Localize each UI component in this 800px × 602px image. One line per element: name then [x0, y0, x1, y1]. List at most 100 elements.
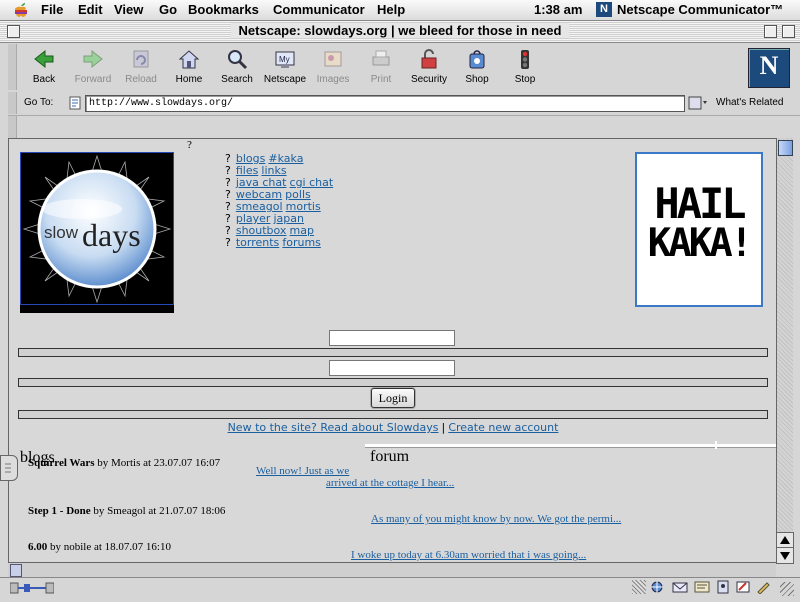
menu-edit[interactable]: Edit	[78, 2, 103, 17]
site-logo[interactable]: slow days	[20, 152, 174, 313]
app-switcher-label[interactable]: Netscape Communicator™	[617, 2, 783, 17]
blog-byline: by Smeagol at 21.07.07 18:06	[93, 505, 226, 517]
blog-entry[interactable]: Squirrel Wars by Mortis at 23.07.07 16:0…	[28, 457, 220, 469]
security-button[interactable]: Security	[405, 48, 453, 85]
search-button[interactable]: Search	[213, 48, 261, 85]
navigation-toolbar: Back Forward Reload Home Search My Netsc…	[8, 44, 800, 90]
forward-button[interactable]: Forward	[69, 48, 117, 85]
blog-title[interactable]: 6.00	[28, 541, 47, 553]
sidebar-grip-icon	[5, 463, 11, 473]
site-nav-links: ? blogs #kaka ? files links ? java chat cgi…	[225, 152, 334, 249]
back-arrow-icon	[34, 49, 54, 69]
address-book-component-icon[interactable]	[716, 580, 730, 594]
my-netscape-button[interactable]: My Netscape	[261, 48, 309, 85]
status-bar	[0, 577, 800, 602]
page-content: ? slow days ? blogs #kaka ? files links …	[8, 138, 777, 563]
forum-post-link[interactable]: I woke up today at 6.30am worried that i…	[351, 549, 586, 561]
username-input[interactable]	[329, 330, 455, 346]
blog-entry[interactable]: Step 1 - Done by Smeagol at 21.07.07 18:…	[28, 505, 225, 517]
shop-icon	[469, 50, 485, 69]
login-button[interactable]: Login	[371, 388, 415, 408]
apple-menu-icon[interactable]	[14, 2, 28, 18]
forum-post-link[interactable]: arrived at the cottage I hear...	[326, 477, 454, 489]
composer-component-icon[interactable]	[736, 580, 750, 594]
url-input[interactable]: http://www.slowdays.org/	[85, 95, 685, 112]
window-resize-grip[interactable]	[780, 582, 794, 596]
horizontal-scrollbar[interactable]	[8, 562, 776, 578]
link-separator: |	[441, 421, 446, 434]
menu-clock[interactable]: 1:38 am	[534, 2, 582, 17]
vertical-scrollbar[interactable]	[776, 138, 793, 562]
toolbar-collapse-handle[interactable]	[8, 44, 17, 90]
personal-toolbar-handle[interactable]	[8, 116, 17, 138]
stray-character: ?	[187, 139, 192, 151]
pen-edit-icon[interactable]	[756, 580, 770, 594]
menu-bookmarks[interactable]: Bookmarks	[188, 2, 259, 17]
hail-kaka-banner[interactable]: HAIL KAKA!	[635, 152, 763, 307]
password-input[interactable]	[329, 360, 455, 376]
system-menu-bar: File Edit View Go Bookmarks Communicator…	[0, 0, 800, 21]
menu-go[interactable]: Go	[159, 2, 177, 17]
search-icon	[228, 50, 248, 70]
navigator-component-icon[interactable]	[650, 580, 664, 594]
print-icon	[372, 50, 390, 66]
nav-link-torrents[interactable]: torrents	[236, 236, 279, 249]
whats-related-button[interactable]: What's Related	[716, 97, 784, 108]
home-icon	[178, 50, 200, 69]
netscape-throbber-logo[interactable]: N	[748, 48, 790, 88]
location-collapse-handle[interactable]	[8, 92, 17, 114]
create-account-link[interactable]: Create new account	[448, 421, 558, 434]
back-button[interactable]: Back	[20, 48, 68, 85]
home-button[interactable]: Home	[165, 48, 213, 85]
forum-post-link[interactable]: Well now! Just as we	[256, 465, 349, 477]
images-icon	[324, 51, 342, 67]
menu-file[interactable]: File	[41, 2, 63, 17]
resize-grip-left	[632, 580, 646, 594]
arrow-up-icon	[780, 536, 790, 544]
svg-text:slow: slow	[44, 223, 79, 242]
form-separator-3	[18, 410, 768, 419]
shop-button[interactable]: Shop	[453, 48, 501, 85]
arrow-down-icon	[780, 552, 790, 560]
menu-view[interactable]: View	[114, 2, 143, 17]
mail-component-icon[interactable]	[672, 580, 688, 594]
svg-text:days: days	[82, 217, 141, 253]
blog-title[interactable]: Step 1 - Done	[28, 505, 91, 517]
blog-title[interactable]: Squirrel Wars	[28, 457, 95, 469]
form-separator-1	[18, 348, 768, 357]
forward-arrow-icon	[83, 49, 103, 69]
svg-text:My: My	[279, 55, 290, 64]
menu-communicator[interactable]: Communicator	[273, 2, 365, 17]
connection-status-icon[interactable]	[10, 581, 54, 595]
hscroll-thumb[interactable]	[10, 564, 22, 577]
security-lock-icon	[421, 49, 437, 69]
netscape-n-icon: N	[759, 51, 779, 80]
newsgroups-component-icon[interactable]	[694, 580, 710, 594]
sun-badge-icon: slow days	[22, 154, 172, 304]
stop-button[interactable]: Stop	[501, 48, 549, 85]
print-button[interactable]: Print	[357, 48, 405, 85]
scroll-thumb[interactable]	[778, 140, 793, 156]
whats-related-icon[interactable]	[688, 95, 708, 111]
form-separator-2	[18, 378, 768, 387]
sidebar-drawer-tab[interactable]	[0, 455, 18, 481]
reload-icon	[133, 50, 149, 68]
nav-link-forums[interactable]: forums	[282, 236, 321, 249]
forum-heading: forum	[370, 448, 410, 465]
reload-button[interactable]: Reload	[117, 48, 165, 85]
netscape-app-icon[interactable]: N	[596, 2, 612, 17]
forum-post-link[interactable]: As many of you might know by now. We got…	[371, 513, 621, 525]
stop-icon	[521, 50, 529, 69]
banner-line-1: HAIL	[654, 179, 746, 228]
about-slowdays-link[interactable]: New to the site? Read about Slowdays	[228, 421, 439, 434]
window-title: Netscape: slowdays.org | we bleed for th…	[230, 23, 570, 38]
blog-byline: by Mortis at 23.07.07 16:07	[97, 457, 221, 469]
page-proxy-icon[interactable]	[68, 95, 82, 111]
blog-entry[interactable]: 6.00 by nobile at 18.07.07 16:10	[28, 541, 171, 553]
scroll-down-button[interactable]	[776, 547, 794, 564]
images-button[interactable]: Images	[309, 48, 357, 85]
goto-label: Go To:	[24, 97, 54, 108]
blog-byline: by nobile at 18.07.07 16:10	[50, 541, 171, 553]
banner-line-2: KAKA!	[647, 221, 753, 266]
menu-help[interactable]: Help	[377, 2, 405, 17]
